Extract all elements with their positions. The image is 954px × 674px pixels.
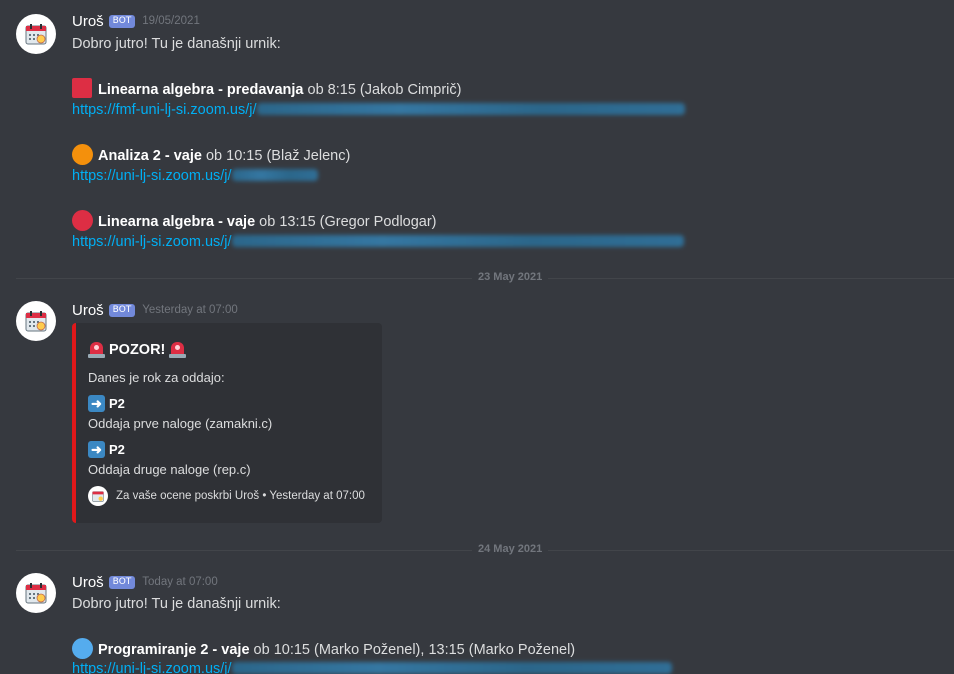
- date-divider-label: 24 May 2021: [472, 543, 549, 555]
- class-link-line: https://uni-lj-si.zoom.us/j/: [72, 232, 684, 252]
- embed-footer: Za vaše ocene poskrbi Uroš • Yesterday a…: [88, 486, 365, 506]
- redacted-meeting-id: [256, 103, 685, 116]
- class-details: ob 10:15 (Blaž Jelenc): [201, 148, 351, 164]
- date-divider: 23 May 2021: [16, 271, 954, 283]
- bot-tag: BOT: [108, 303, 136, 317]
- red-square-icon: [72, 78, 92, 98]
- class-link-line: https://uni-lj-si.zoom.us/j/: [72, 659, 672, 674]
- username[interactable]: Uroš: [72, 574, 104, 591]
- zoom-link[interactable]: https://uni-lj-si.zoom.us/j/: [72, 234, 232, 250]
- chat-messages: Uroš BOT 19/05/2021 Dobro jutro! Tu je d…: [0, 0, 954, 674]
- redacted-meeting-id: [231, 169, 318, 182]
- embed-title-text: POZOR!: [109, 341, 166, 358]
- date-divider-label: 23 May 2021: [472, 271, 549, 283]
- bot-tag: BOT: [108, 14, 136, 28]
- embed-field-name: ➜ P2: [88, 441, 125, 458]
- avatar[interactable]: [16, 573, 56, 613]
- message-timestamp[interactable]: 19/05/2021: [142, 15, 200, 27]
- class-title: Linearna algebra - predavanja: [98, 82, 304, 98]
- message-header: Uroš BOT Yesterday at 07:00: [72, 300, 238, 320]
- footer-avatar: [88, 486, 108, 506]
- arrow-right-icon: ➜: [88, 395, 105, 412]
- avatar[interactable]: [16, 14, 56, 54]
- calendar-icon: [25, 24, 47, 45]
- message-header: Uroš BOT 19/05/2021: [72, 11, 200, 31]
- class-details: ob 8:15 (Jakob Cimprič): [303, 82, 462, 98]
- calendar-icon: [25, 311, 47, 332]
- red-circle-icon: [72, 210, 93, 231]
- embed-field-value: Oddaja prve naloge (zamakni.c): [88, 416, 273, 431]
- class-title: Linearna algebra - vaje: [98, 214, 256, 230]
- bot-tag: BOT: [108, 575, 136, 589]
- zoom-link[interactable]: https://uni-lj-si.zoom.us/j/: [72, 661, 232, 674]
- class-title-line: Programiranje 2 - vaje ob 10:15 (Marko P…: [72, 638, 575, 660]
- class-title-line: Linearna algebra - predavanja ob 8:15 (J…: [72, 78, 461, 100]
- message-intro: Dobro jutro! Tu je današnji urnik:: [72, 36, 281, 52]
- embed-footer-text: Za vaše ocene poskrbi Uroš • Yesterday a…: [116, 490, 365, 502]
- avatar[interactable]: [16, 301, 56, 341]
- embed-title: POZOR!: [88, 341, 187, 358]
- redacted-meeting-id: [231, 235, 684, 248]
- class-title-line: Linearna algebra - vaje ob 13:15 (Gregor…: [72, 210, 437, 232]
- class-details: ob 13:15 (Gregor Podlogar): [255, 214, 437, 230]
- embed-field-name: ➜ P2: [88, 395, 125, 412]
- message-timestamp[interactable]: Yesterday at 07:00: [142, 304, 237, 316]
- embed-field-name-text: P2: [109, 396, 125, 411]
- class-title: Analiza 2 - vaje: [98, 148, 202, 164]
- message-header: Uroš BOT Today at 07:00: [72, 572, 218, 592]
- calendar-icon: [25, 583, 47, 604]
- class-details: ob 10:15 (Marko Poženel), 13:15 (Marko P…: [249, 642, 576, 658]
- class-title: Programiranje 2 - vaje: [98, 642, 250, 658]
- message-intro: Dobro jutro! Tu je današnji urnik:: [72, 596, 281, 612]
- class-link-line: https://uni-lj-si.zoom.us/j/: [72, 166, 318, 186]
- embed-field-value: Oddaja druge naloge (rep.c): [88, 462, 251, 477]
- embed-description: Danes je rok za oddajo:: [88, 370, 225, 385]
- class-link-line: https://fmf-uni-lj-si.zoom.us/j/: [72, 100, 685, 120]
- message-timestamp[interactable]: Today at 07:00: [142, 576, 217, 588]
- orange-circle-icon: [72, 144, 93, 165]
- date-divider: 24 May 2021: [16, 543, 954, 555]
- username[interactable]: Uroš: [72, 13, 104, 30]
- embed-field-name-text: P2: [109, 442, 125, 457]
- arrow-right-icon: ➜: [88, 441, 105, 458]
- embed-card: POZOR! Danes je rok za oddajo: ➜ P2 Odda…: [72, 323, 382, 523]
- redacted-meeting-id: [231, 662, 672, 674]
- police-light-icon: [169, 341, 187, 358]
- police-light-icon: [88, 341, 105, 358]
- calendar-icon: [92, 491, 104, 502]
- username[interactable]: Uroš: [72, 302, 104, 319]
- blue-circle-icon: [72, 638, 93, 659]
- zoom-link[interactable]: https://uni-lj-si.zoom.us/j/: [72, 168, 232, 184]
- zoom-link[interactable]: https://fmf-uni-lj-si.zoom.us/j/: [72, 102, 257, 118]
- class-title-line: Analiza 2 - vaje ob 10:15 (Blaž Jelenc): [72, 144, 350, 166]
